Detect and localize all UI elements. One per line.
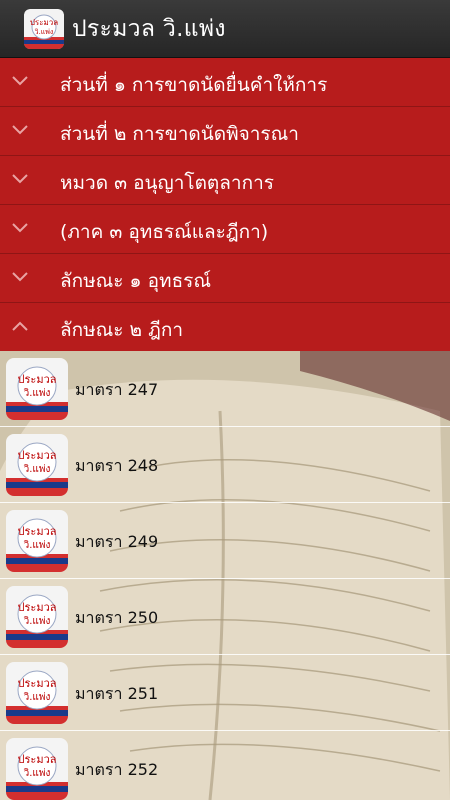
logo-text-1: ประมวล (18, 525, 57, 538)
logo-text-1: ประมวล (18, 753, 57, 766)
chevron-down-icon (12, 174, 28, 184)
logo-text-2: วิ.แพ่ง (23, 540, 50, 551)
section-label: หมวด ๓ อนุญาโตตุลาการ (60, 172, 274, 194)
list-item-label: มาตรา 251 (75, 684, 159, 703)
app-logo-icon[interactable]: ประมวล วิ.แพ่ง (24, 8, 64, 49)
list-item[interactable]: ประมวลวิ.แพ่ง มาตรา 248 (0, 427, 450, 503)
section-row[interactable]: หมวด ๓ อนุญาโตตุลาการ (0, 156, 450, 205)
section-row[interactable]: ลักษณะ ๑ อุทธรณ์ (0, 254, 450, 303)
list-item-label: มาตรา 252 (75, 760, 159, 779)
article-logo-icon: ประมวลวิ.แพ่ง (6, 662, 68, 724)
list-item[interactable]: ประมวลวิ.แพ่ง มาตรา 247 (0, 351, 450, 427)
section-label: ลักษณะ ๑ อุทธรณ์ (60, 270, 212, 292)
chevron-down-icon (12, 125, 28, 135)
logo-text-2: วิ.แพ่ง (23, 768, 50, 779)
app-bar: ประมวล วิ.แพ่ง ประมวล วิ.แพ่ง (0, 0, 450, 58)
logo-text-1: ประมวล (18, 601, 57, 614)
article-logo-icon: ประมวลวิ.แพ่ง (6, 738, 68, 800)
list-item-label: มาตรา 250 (75, 608, 159, 627)
section-label: (ภาค ๓ อุทธรณ์และฎีกา) (60, 221, 269, 243)
article-logo-icon: ประมวลวิ.แพ่ง (6, 510, 68, 572)
logo-text-2: วิ.แพ่ง (23, 388, 50, 399)
logo-text-2: วิ.แพ่ง (23, 464, 50, 475)
list-item-label: มาตรา 247 (75, 380, 159, 399)
logo-text-1: ประมวล (18, 373, 57, 386)
section-list: ส่วนที่ ๑ การขาดนัดยื่นคำให้การ ส่วนที่ … (0, 58, 450, 352)
article-logo-icon: ประมวลวิ.แพ่ง (6, 586, 68, 648)
section-label: ลักษณะ ๒ ฎีกา (60, 319, 184, 341)
list-item[interactable]: ประมวลวิ.แพ่ง มาตรา 251 (0, 655, 450, 731)
list-item[interactable]: ประมวลวิ.แพ่ง มาตรา 252 (0, 731, 450, 800)
section-row[interactable]: (ภาค ๓ อุทธรณ์และฎีกา) (0, 205, 450, 254)
app-logo-text-2: วิ.แพ่ง (35, 28, 54, 36)
logo-text-2: วิ.แพ่ง (23, 692, 50, 703)
list-item-label: มาตรา 248 (75, 456, 159, 475)
article-list: ประมวล วิ.แพ่ง มาตรา 247 ประมวล วิ.แพ่ง มา… (0, 351, 450, 800)
section-label: ส่วนที่ ๑ การขาดนัดยื่นคำให้การ (60, 74, 328, 96)
chevron-down-icon (12, 76, 28, 86)
section-row[interactable]: ส่วนที่ ๒ การขาดนัดพิจารณา (0, 107, 450, 156)
chevron-down-icon (12, 272, 28, 282)
logo-text-1: ประมวล (18, 449, 57, 462)
list-item[interactable]: ประมวลวิ.แพ่ง มาตรา 250 (0, 579, 450, 655)
app-title: ประมวล วิ.แพ่ง (72, 15, 226, 42)
section-label: ส่วนที่ ๒ การขาดนัดพิจารณา (60, 123, 299, 145)
logo-text-1: ประมวล (18, 677, 57, 690)
app-logo-text-1: ประมวล (30, 18, 58, 27)
list-item-label: มาตรา 249 (75, 532, 159, 551)
logo-text-2: วิ.แพ่ง (23, 616, 50, 627)
article-logo-icon: ประมวลวิ.แพ่ง (6, 434, 68, 496)
section-row[interactable]: ส่วนที่ ๑ การขาดนัดยื่นคำให้การ (0, 58, 450, 107)
chevron-down-icon (12, 223, 28, 233)
chevron-up-icon (12, 321, 28, 331)
article-logo-icon: ประมวลวิ.แพ่ง (6, 358, 68, 420)
section-row-expanded[interactable]: ลักษณะ ๒ ฎีกา (0, 303, 450, 352)
list-item[interactable]: ประมวลวิ.แพ่ง มาตรา 249 (0, 503, 450, 579)
